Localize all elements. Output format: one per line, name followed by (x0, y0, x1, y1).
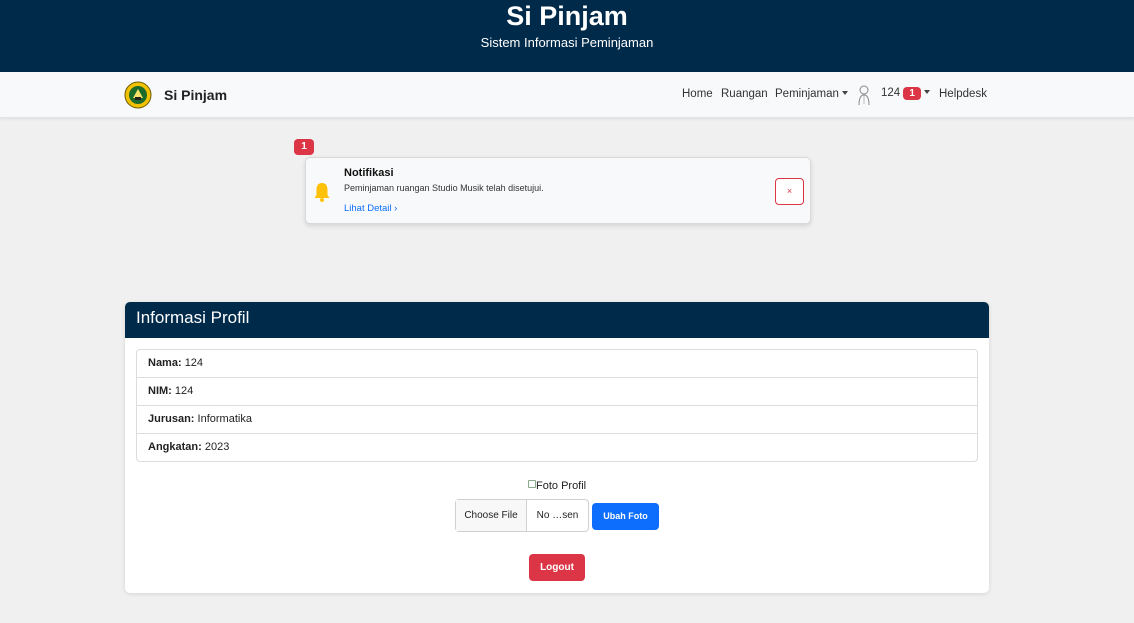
choose-file-button[interactable]: Choose File (456, 500, 527, 531)
user-avatar-icon (858, 85, 870, 106)
profile-card-header: Informasi Profil (125, 302, 989, 338)
navbar: Si Pinjam Home Ruangan Peminjaman 124 1 … (0, 72, 1134, 118)
profile-label: Nama: (148, 357, 182, 369)
navbar-brand[interactable]: Si Pinjam (124, 81, 227, 109)
notification-detail-link[interactable]: Lihat Detail › (344, 203, 397, 214)
nav-user-label: 124 (881, 87, 901, 99)
notification-count-badge: 1 (294, 139, 314, 155)
photo-file-input[interactable]: Choose File No …sen (455, 499, 589, 532)
chevron-down-icon (841, 91, 848, 95)
profile-label: Jurusan: (148, 413, 195, 425)
nav-peminjaman-label: Peminjaman (775, 88, 839, 100)
site-title: Si Pinjam (506, 1, 628, 31)
navbar-brand-name: Si Pinjam (164, 87, 228, 103)
top-banner: Si Pinjam Sistem Informasi Peminjaman (0, 0, 1134, 72)
profile-photo: Foto Profil (528, 480, 586, 492)
change-photo-button[interactable]: Ubah Foto (592, 503, 659, 530)
profile-value: 2023 (204, 441, 230, 453)
notification-title: Notifikasi (344, 167, 394, 179)
profile-photo-alt: Foto Profil (536, 480, 587, 492)
profile-info-list: Nama: 124 NIM: 124 Jurusan: Informatika … (136, 349, 978, 462)
chevron-down-icon (923, 90, 930, 94)
nav-user-dropdown[interactable]: 124 1 (881, 87, 930, 100)
profile-row-angkatan: Angkatan: 2023 (137, 434, 977, 461)
profile-label: Angkatan: (148, 441, 202, 453)
file-status: No …sen (536, 510, 579, 521)
notification-toast: Notifikasi Peminjaman ruangan Studio Mus… (305, 157, 811, 224)
bell-icon (314, 183, 330, 202)
profile-row-nama: Nama: 124 (137, 350, 977, 378)
profile-value: Informatika (197, 413, 252, 425)
broken-image-icon (528, 480, 536, 488)
profile-label: NIM: (148, 385, 172, 397)
nav-ruangan-link[interactable]: Ruangan (721, 88, 768, 100)
nav-home-link[interactable]: Home (682, 88, 713, 100)
logout-button[interactable]: Logout (529, 554, 585, 581)
profile-row-jurusan: Jurusan: Informatika (137, 406, 977, 434)
profile-row-nim: NIM: 124 (137, 378, 977, 406)
profile-card: Informasi Profil Nama: 124 NIM: 124 Juru… (125, 302, 989, 593)
nav-peminjaman-dropdown[interactable]: Peminjaman (775, 88, 848, 100)
notification-message: Peminjaman ruangan Studio Musik telah di… (344, 183, 544, 193)
site-subtitle: Sistem Informasi Peminjaman (480, 35, 654, 50)
university-seal-logo-icon (124, 81, 152, 109)
notification-close-button[interactable]: × (775, 178, 804, 205)
nav-helpdesk-link[interactable]: Helpdesk (939, 88, 987, 100)
profile-value: 124 (184, 357, 204, 369)
user-notification-badge: 1 (903, 87, 921, 100)
profile-value: 124 (174, 385, 194, 397)
